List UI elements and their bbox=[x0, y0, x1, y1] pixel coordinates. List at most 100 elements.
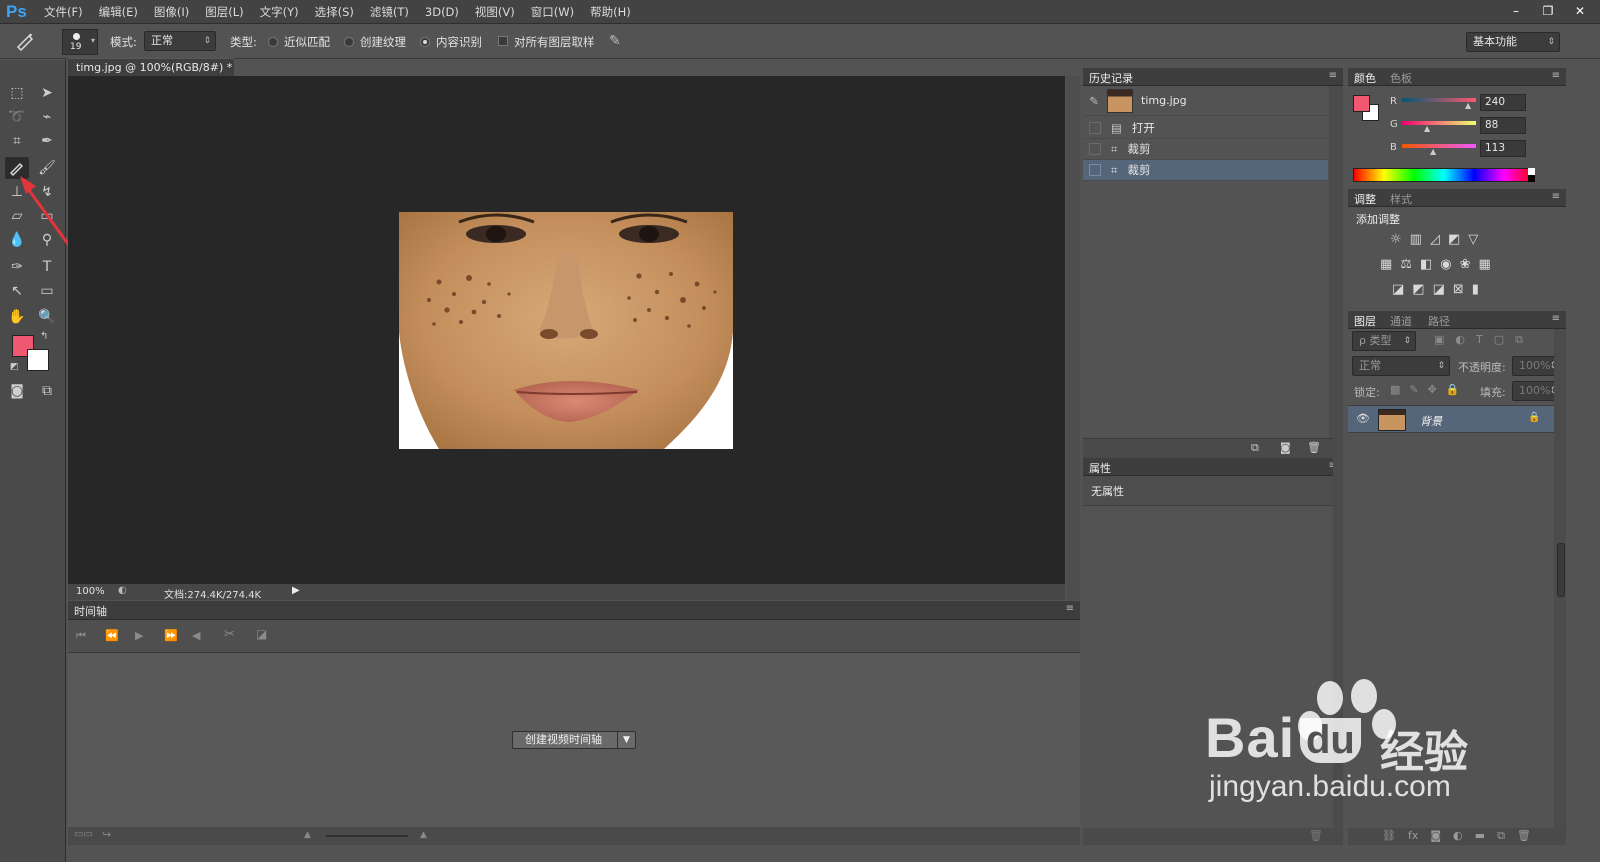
zoom-in-icon[interactable]: ▲ bbox=[420, 830, 427, 840]
history-checkbox[interactable] bbox=[1089, 164, 1101, 176]
new-group-icon[interactable]: ▬ bbox=[1475, 829, 1485, 843]
layers-scroll-knob[interactable] bbox=[1557, 543, 1565, 597]
black-white-icon[interactable]: ◧ bbox=[1420, 257, 1432, 272]
filter-adjustment-icon[interactable]: ◐ bbox=[1455, 333, 1465, 347]
panel-menu-icon[interactable]: ≡ bbox=[1329, 70, 1337, 81]
trash-icon[interactable]: 🗑 bbox=[1307, 441, 1321, 454]
filter-pixel-icon[interactable]: ▣ bbox=[1434, 333, 1444, 347]
tab-color[interactable]: 颜色 bbox=[1354, 70, 1376, 86]
pressure-size-icon[interactable]: ✎ bbox=[609, 33, 627, 51]
default-colors-icon[interactable]: ◩ bbox=[10, 362, 19, 372]
sample-all-layers-checkbox[interactable] bbox=[498, 36, 508, 46]
ramp-black-swatch[interactable] bbox=[1528, 175, 1535, 182]
previous-frame-icon[interactable]: ⏪ bbox=[105, 629, 119, 642]
status-menu-arrow-icon[interactable]: ▶ bbox=[292, 585, 300, 596]
history-checkbox[interactable] bbox=[1089, 122, 1101, 134]
new-snapshot-icon[interactable]: ◙ bbox=[1280, 441, 1291, 454]
history-item-crop-selected[interactable]: ⌗ 裁剪 bbox=[1083, 160, 1328, 181]
link-layers-icon[interactable]: ⛓ bbox=[1382, 829, 1396, 843]
posterize-icon[interactable]: ◩ bbox=[1412, 282, 1424, 297]
menu-type[interactable]: 文字(Y) bbox=[252, 4, 307, 20]
history-snapshot[interactable]: ✎ timg.jpg bbox=[1083, 86, 1328, 116]
panel-menu-icon[interactable]: ≡ bbox=[1552, 70, 1560, 81]
curves-icon[interactable]: ◿ bbox=[1430, 232, 1440, 247]
tab-swatches[interactable]: 色板 bbox=[1390, 70, 1412, 86]
transition-icon[interactable]: ◪ bbox=[256, 627, 267, 641]
tab-adjustments[interactable]: 调整 bbox=[1354, 191, 1376, 207]
color-lookup-icon[interactable]: ▦ bbox=[1479, 257, 1491, 272]
zoom-level[interactable]: 100% bbox=[76, 586, 105, 597]
type-radio-proximity[interactable] bbox=[268, 37, 278, 47]
restore-button[interactable]: ❐ bbox=[1534, 2, 1562, 20]
photo-filter-icon[interactable]: ◉ bbox=[1440, 257, 1451, 272]
channel-g-slider[interactable] bbox=[1402, 121, 1476, 125]
status-info-icon[interactable]: ◐ bbox=[118, 585, 127, 596]
delete-layer-icon[interactable]: 🗑 bbox=[1517, 829, 1531, 843]
threshold-icon[interactable]: ◪ bbox=[1433, 282, 1445, 297]
tab-styles[interactable]: 样式 bbox=[1390, 191, 1412, 207]
layer-style-icon[interactable]: fx bbox=[1408, 829, 1418, 843]
history-item-crop[interactable]: ⌗ 裁剪 bbox=[1083, 139, 1328, 160]
audio-icon[interactable]: ◀ bbox=[192, 629, 200, 642]
invert-icon[interactable]: ◪ bbox=[1392, 282, 1404, 297]
eye-visibility-icon[interactable]: 👁 bbox=[1356, 412, 1370, 425]
render-video-icon[interactable]: ↪ bbox=[102, 828, 111, 841]
type-radio-texture[interactable] bbox=[344, 37, 354, 47]
create-video-timeline-button[interactable]: 创建视频时间轴 ▼ bbox=[512, 731, 636, 749]
timeline-zoom-slider[interactable] bbox=[326, 835, 408, 837]
filter-smart-object-icon[interactable]: ⧉ bbox=[1515, 333, 1523, 347]
zoom-out-icon[interactable]: ▲ bbox=[304, 830, 311, 840]
panel-menu-icon[interactable]: ≡ bbox=[1552, 191, 1560, 202]
channel-g-thumb-icon[interactable]: ▲ bbox=[1424, 124, 1430, 133]
panel-menu-icon[interactable]: ≡ bbox=[1552, 313, 1560, 324]
hand-tool-icon[interactable]: ✋ bbox=[5, 306, 29, 328]
levels-icon[interactable]: ▥ bbox=[1410, 232, 1422, 247]
type-radio-content-aware[interactable] bbox=[420, 37, 430, 47]
history-checkbox[interactable] bbox=[1089, 143, 1101, 155]
quick-mask-icon[interactable]: ◙ bbox=[5, 380, 29, 402]
menu-image[interactable]: 图像(I) bbox=[146, 4, 197, 20]
menu-layer[interactable]: 图层(L) bbox=[197, 4, 251, 20]
tab-channels[interactable]: 通道 bbox=[1390, 313, 1412, 329]
history-brush-source-icon[interactable]: ✎ bbox=[1083, 94, 1105, 108]
convert-frames-icon[interactable]: ▭▭ bbox=[74, 829, 93, 840]
face-photo[interactable] bbox=[399, 212, 733, 449]
menu-3d[interactable]: 3D(D) bbox=[417, 5, 467, 19]
menu-window[interactable]: 窗口(W) bbox=[523, 4, 582, 20]
selective-color-icon[interactable]: ⊠ bbox=[1453, 282, 1464, 297]
history-item-open[interactable]: ▤ 打开 bbox=[1083, 118, 1328, 139]
tab-paths[interactable]: 路径 bbox=[1428, 313, 1450, 329]
lock-transparent-icon[interactable]: ▩ bbox=[1390, 383, 1400, 396]
mode-select[interactable]: 正常 bbox=[144, 31, 216, 51]
channel-b-thumb-icon[interactable]: ▲ bbox=[1430, 147, 1436, 156]
gradient-map-icon[interactable]: ▮ bbox=[1472, 282, 1479, 297]
vibrance-icon[interactable]: ▽ bbox=[1468, 232, 1478, 247]
tab-history[interactable]: 历史记录 bbox=[1089, 70, 1133, 86]
background-color-swatch[interactable] bbox=[27, 349, 49, 371]
tab-properties[interactable]: 属性 bbox=[1089, 460, 1111, 476]
layer-name[interactable]: 背景 bbox=[1420, 413, 1442, 429]
channel-b-value[interactable]: 113 bbox=[1480, 140, 1526, 157]
new-document-from-state-icon[interactable]: ⧉ bbox=[1251, 441, 1259, 455]
ramp-white-swatch[interactable] bbox=[1528, 168, 1535, 175]
menu-help[interactable]: 帮助(H) bbox=[582, 4, 639, 20]
panel-menu-icon[interactable]: ≡ bbox=[1066, 603, 1074, 614]
brightness-icon[interactable]: ☼ bbox=[1390, 232, 1402, 247]
tab-layers[interactable]: 图层 bbox=[1354, 313, 1376, 329]
timeline-title[interactable]: 时间轴 bbox=[74, 603, 107, 619]
color-spectrum-ramp[interactable] bbox=[1353, 168, 1535, 182]
channel-mixer-icon[interactable]: ❀ bbox=[1460, 257, 1471, 272]
channel-g-value[interactable]: 88 bbox=[1480, 117, 1526, 134]
lock-all-icon[interactable]: 🔒 bbox=[1446, 383, 1460, 396]
channel-r-value[interactable]: 240 bbox=[1480, 94, 1526, 111]
screen-mode-icon[interactable]: ⧉ bbox=[35, 380, 59, 402]
adjustment-layer-icon[interactable]: ◐ bbox=[1453, 829, 1463, 843]
filter-type-icon[interactable]: T bbox=[1476, 333, 1483, 347]
chevron-down-icon[interactable]: ▼ bbox=[617, 732, 635, 748]
next-frame-icon[interactable]: ⏩ bbox=[164, 629, 178, 642]
zoom-tool-icon[interactable]: 🔍 bbox=[35, 306, 59, 328]
channel-r-thumb-icon[interactable]: ▲ bbox=[1465, 101, 1471, 110]
lock-position-icon[interactable]: ✥ bbox=[1428, 383, 1437, 396]
menu-view[interactable]: 视图(V) bbox=[467, 4, 523, 20]
channel-b-slider[interactable] bbox=[1402, 144, 1476, 148]
